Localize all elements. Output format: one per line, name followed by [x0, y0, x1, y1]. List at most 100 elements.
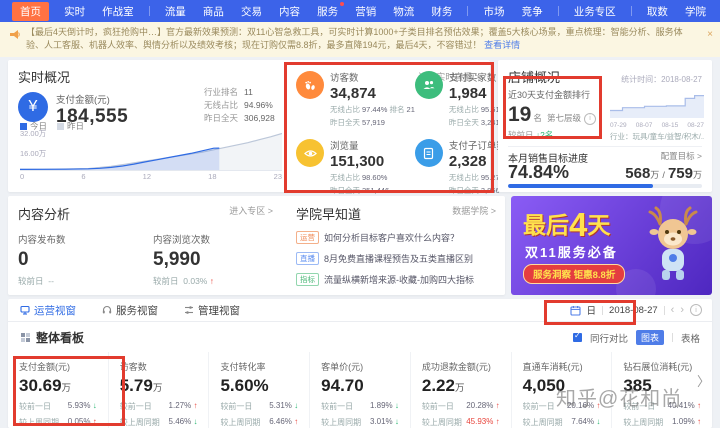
banner-text-zuihou: 最后	[523, 212, 569, 238]
board-metric-ztc-cost[interactable]: 直通车消耗(元) 4,050 较前一日 20.16% ↑ 较上周同期 7.64% ↓	[510, 352, 612, 428]
delta-label: 较前日	[18, 276, 44, 286]
delta-value: 1.27%	[168, 401, 192, 410]
nav-item-traffic[interactable]: 流量	[163, 3, 188, 20]
sub-label: 无线占比	[330, 173, 360, 182]
nav-item-realtime[interactable]: 实时	[62, 3, 87, 20]
rank-title: 近30天支付金额排行	[508, 90, 591, 100]
board-title: 整体看板	[36, 331, 85, 345]
divider	[663, 305, 665, 315]
divider	[508, 146, 702, 147]
nav-item-data[interactable]: 取数	[645, 3, 670, 20]
nav-item-goods[interactable]: 商品	[201, 3, 226, 20]
next-day-arrow[interactable]: ›	[680, 304, 684, 316]
rank-trend-chart[interactable]: 07-29 08-07 08-15 08-27 行业：玩具/童车/益智/积木/.…	[610, 90, 704, 142]
notice-detail-link[interactable]: 查看详情	[484, 40, 520, 50]
nav-item-trade[interactable]: 交易	[239, 3, 264, 20]
tag-indicator: 指标	[296, 273, 319, 286]
date-value[interactable]: 2018-08-27	[609, 305, 658, 316]
nav-item-competition[interactable]: 竞争	[520, 3, 545, 20]
academy-item[interactable]: 运营 如何分析目标客户喜欢什么内容？	[296, 231, 496, 244]
granularity-label[interactable]: 日	[587, 303, 597, 317]
board-metric-diamond-cost[interactable]: 钻石展位消耗(元) 385 较前一日 40.41% ↑ 较上周同期 1.09% ↑	[611, 352, 712, 428]
info-icon[interactable]: i	[584, 112, 597, 125]
content-publish-metric[interactable]: 内容发布数 0 较前日 --	[18, 232, 66, 287]
sub-label: 昨日全天	[448, 186, 479, 195]
headset-icon	[102, 305, 112, 314]
academy-item[interactable]: 指标 流量纵横新增来源-收藏-加购四大指标	[296, 273, 496, 286]
rank-block: 近30天支付金额排行 19 名 第七层级 i 较前日 ↓2名	[508, 88, 604, 141]
prev-day-arrow[interactable]: ‹	[671, 304, 675, 316]
chart-view-toggle[interactable]: 图表	[635, 330, 664, 345]
board-metric-conversion[interactable]: 支付转化率 5.60% 较前一日 5.31% ↓ 较上周同期 6.46% ↑	[208, 352, 309, 428]
nav-item-warroom[interactable]: 作战室	[100, 3, 136, 20]
delta-arrow: ↑	[209, 276, 214, 286]
carousel-next-arrow[interactable]: 〉	[697, 371, 710, 390]
nav-item-bizzone[interactable]: 业务专区	[572, 3, 618, 20]
x-tick: 18	[208, 172, 217, 181]
board-metric-refund[interactable]: 成功退款金额(元) 2.22万 较前一日 20.28% ↑ 较上周同期 45.93%…	[409, 352, 511, 428]
sub-label: 昨日全天	[448, 118, 479, 127]
board-metric-visitors[interactable]: 访客数 5.79万 较前一日 1.27% ↑ 较上周同期 5.46% ↓	[107, 352, 209, 428]
content-views-metric[interactable]: 内容浏览次数 5,990 较前日 0.03% ↑	[153, 232, 214, 287]
nav-item-finance[interactable]: 财务	[429, 3, 454, 20]
delta-value: 40.41%	[667, 401, 695, 410]
delta-value: 0.05%	[67, 417, 91, 426]
industry-label: 行业：玩具/童车/益智/积木/..	[610, 132, 704, 141]
tab-manage-view[interactable]: 管理视窗	[184, 303, 240, 318]
compare-label: 同行对比	[589, 333, 628, 345]
metric-pageviews[interactable]: 浏览量 151,300 无线占比 98.60% 昨日全天 251,446	[296, 138, 415, 196]
metric-value: 2.22	[421, 376, 455, 395]
payment-amount-label: 支付金额(元)	[56, 95, 110, 106]
metric-unit: 万	[61, 383, 72, 394]
banner-pill-button[interactable]: 服务洞察 钜惠8.8折	[523, 264, 626, 284]
rank-level: 第七层级	[546, 113, 581, 123]
nav-item-content[interactable]: 内容	[277, 3, 302, 20]
academy-item-text: 如何分析目标客户喜欢什么内容？	[324, 233, 460, 243]
close-icon[interactable]: ×	[707, 28, 713, 41]
delta-value: 6.46%	[269, 417, 292, 426]
board-metric-avg-order[interactable]: 客单价(元) 94.70 较前一日 1.89% ↓ 较上周同期 3.01% ↓	[309, 352, 410, 428]
rank-value: 21	[406, 105, 415, 114]
tab-operation-view[interactable]: 运营视窗	[20, 303, 76, 318]
realtime-side-stats: 行业排名 11 无线占比 94.96% 昨日全天 306,928	[204, 86, 275, 125]
rank-delta-label: 较前日	[508, 130, 534, 140]
nav-item-marketing[interactable]: 营销	[353, 3, 378, 20]
delta-label: 较上周同期	[220, 418, 261, 427]
nav-item-home[interactable]: 首页	[12, 1, 49, 21]
x-tick: 08-27	[687, 122, 704, 129]
legend-yesterday-swatch	[57, 123, 65, 130]
sub-value: 3,866	[480, 186, 500, 195]
metric-name: 内容发布数	[18, 235, 66, 246]
nav-item-service[interactable]: 服务	[315, 1, 345, 20]
table-view-toggle[interactable]: 表格	[681, 331, 700, 345]
x-tick: 07-29	[610, 122, 627, 129]
nav-item-market[interactable]: 市场	[482, 3, 507, 20]
tab-service-view[interactable]: 服务视窗	[102, 303, 158, 318]
compare-checkbox[interactable]	[572, 331, 582, 342]
academy-item[interactable]: 直播 8月免费直播课程预告及五类直播区别	[296, 252, 496, 265]
target-progress-values: 568万 / 759万	[625, 165, 702, 182]
nav-item-academy[interactable]: 学院	[683, 3, 708, 20]
info-icon[interactable]: i	[690, 304, 702, 316]
banner-subtitle: 双11服务必备	[525, 245, 618, 260]
metric-value: 151,300	[330, 153, 385, 170]
board-metric-pay-amount[interactable]: 支付金额(元) 30.69万 较前一日 5.93% ↓ 较上周同期 0.05% ↑	[8, 352, 108, 428]
promo-banner[interactable]: 最后4天 双11服务必备 服务洞察 钜惠8.8折	[511, 196, 712, 295]
nav-item-logistics[interactable]: 物流	[391, 3, 416, 20]
rank-label: 排名	[389, 105, 405, 114]
yuan-icon: ¥	[18, 92, 48, 122]
sub-value: 251,446	[362, 186, 390, 195]
enter-zone-link[interactable]: 进入专区 >	[229, 204, 273, 223]
realtime-line-chart[interactable]	[19, 132, 283, 171]
academy-link[interactable]: 数据学院 >	[452, 204, 496, 223]
tag-operation: 运营	[296, 231, 319, 244]
nav-item-service-label: 服务	[317, 5, 339, 18]
sycm-dashboard: 首页 实时 作战室 流量 商品 交易 内容 服务 营销 物流 财务 市场 竞争 …	[0, 0, 720, 428]
shop-panel-title: 店铺概况	[508, 70, 561, 85]
metric-value: 5.79	[119, 376, 153, 395]
grid-icon	[21, 333, 30, 342]
done-unit: 万	[650, 170, 660, 180]
metric-name: 内容浏览次数	[153, 235, 211, 246]
progress-bar-fill	[508, 184, 654, 188]
metric-visitors[interactable]: 访客数 34,874 无线占比 97.44% 排名 21 昨日全天 57,919	[296, 70, 415, 128]
